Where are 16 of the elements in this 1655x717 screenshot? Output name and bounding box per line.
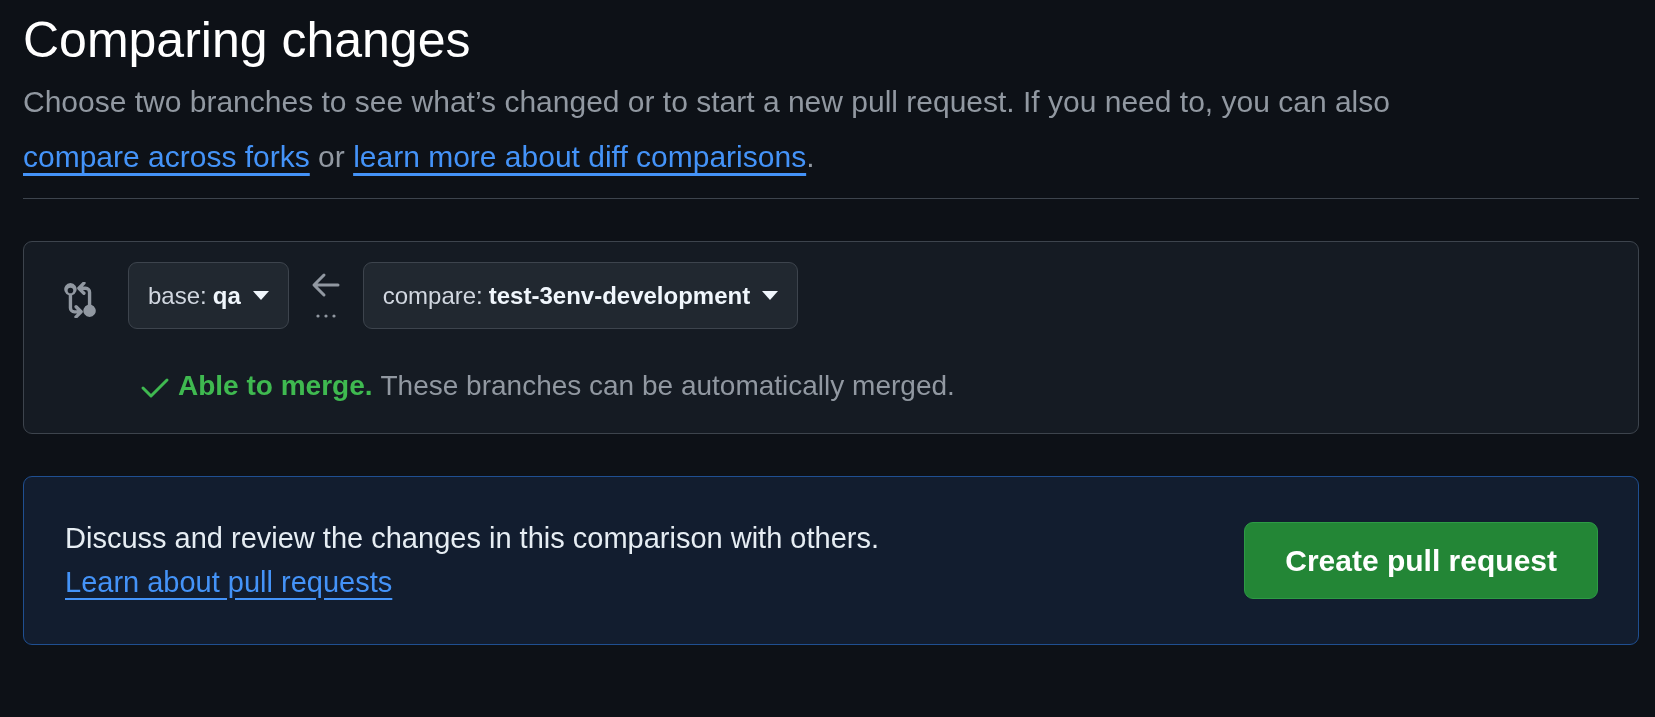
create-pull-request-button[interactable]: Create pull request [1244,522,1598,599]
pull-request-description: Discuss and review the changes in this comparison with others. [65,521,879,556]
caret-icon [762,290,779,301]
merge-message: These branches can be automatically merged. [380,369,955,403]
compare-branch-dropdown[interactable]: compare: test-3env-development [362,262,799,329]
page-title: Comparing changes [23,11,472,70]
base-branch-dropdown[interactable]: base: qa [128,262,289,329]
intro-link[interactable]: learn more about diff comparisons [353,140,807,173]
dots-icon [315,314,336,318]
merge-status: Able to merge. [178,369,373,403]
compare-icon [62,282,98,318]
intro-link[interactable]: compare across forks [23,140,310,173]
intro-paragraph: Choose two branches to see what’s changed or to start a new pull request. If you need to, you can also compare across forks or learn more about diff comparisons. [23,74,1639,199]
caret-icon [252,290,269,301]
arrow-left-icon [310,272,341,298]
learn-link[interactable]: Learn about pull requests [65,565,393,598]
